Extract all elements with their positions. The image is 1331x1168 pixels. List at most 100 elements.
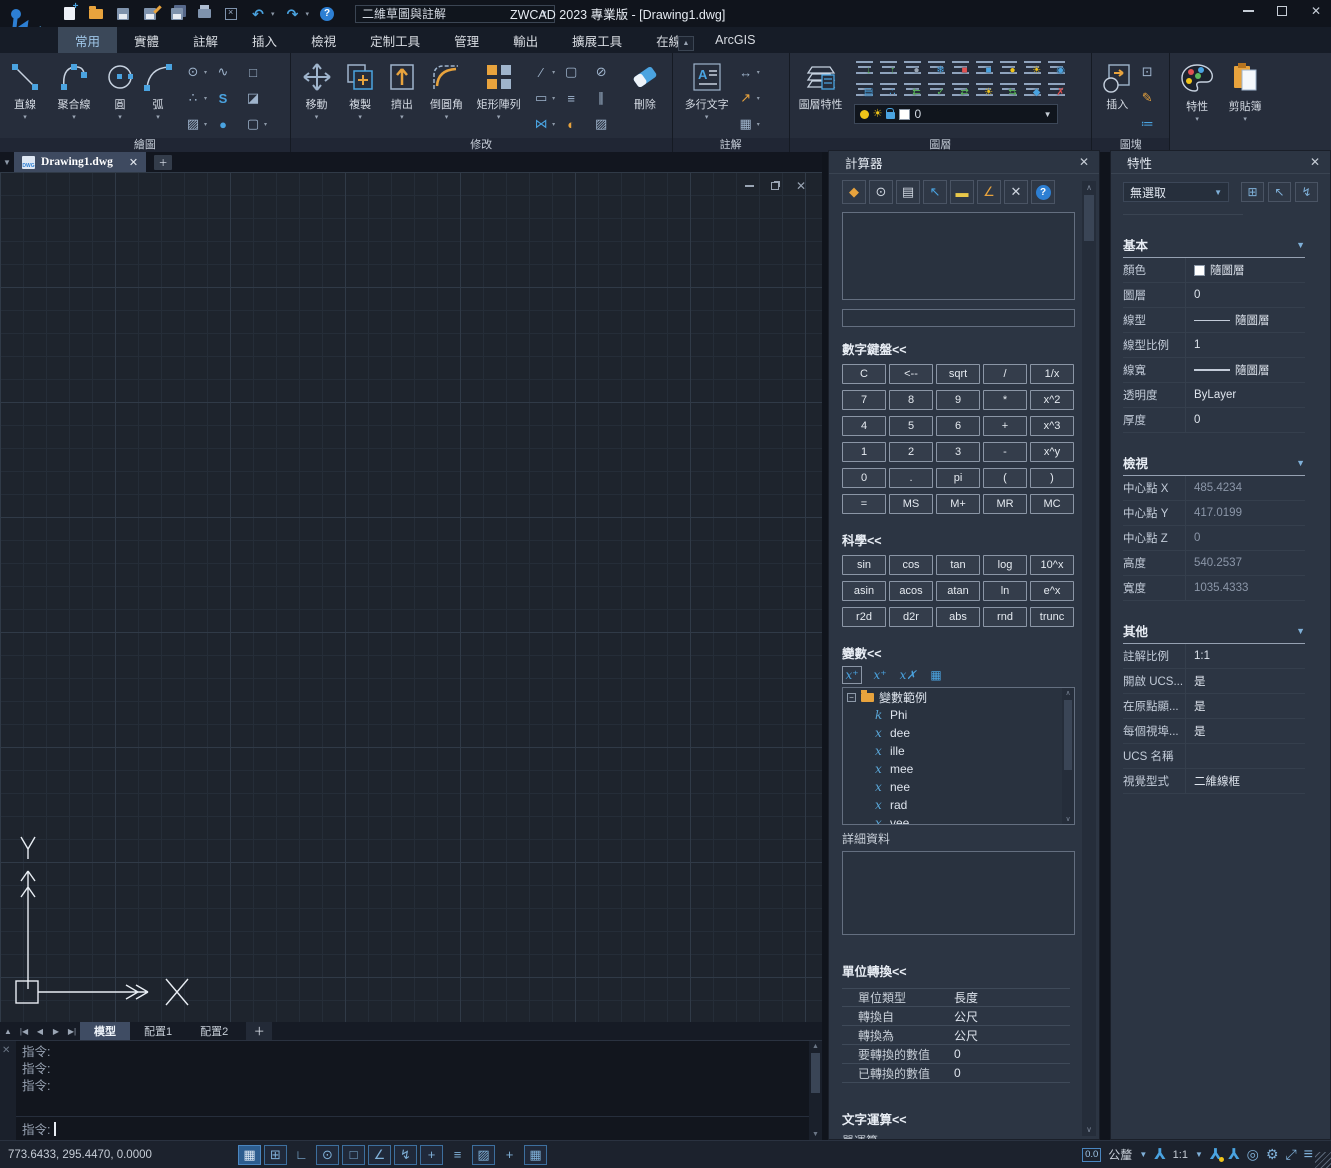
numpad-section-header[interactable]: 數字鍵盤<< bbox=[842, 339, 1079, 358]
variable-row[interactable]: x dee bbox=[843, 724, 1074, 742]
block-small-tool[interactable]: ≔ bbox=[1138, 111, 1156, 137]
draw-small-tool[interactable]: ● bbox=[214, 111, 240, 137]
modify-small-tool[interactable]: ▢ bbox=[562, 59, 588, 85]
variable-row[interactable]: x ille bbox=[843, 742, 1074, 760]
units-section-header[interactable]: 單位轉換<< bbox=[842, 961, 1079, 980]
layer-tool[interactable]: ↑ bbox=[878, 58, 900, 78]
calc-key[interactable]: 4 bbox=[842, 416, 886, 436]
science-key[interactable]: e^x bbox=[1030, 581, 1074, 601]
variables-section-header[interactable]: 變數<< bbox=[842, 643, 1079, 662]
layer-tool[interactable]: ⇄ bbox=[950, 80, 972, 100]
science-key[interactable]: log bbox=[983, 555, 1027, 575]
new-layout-button[interactable]: ＋ bbox=[246, 1022, 272, 1040]
units-table-row[interactable]: 要轉換的數值 0 bbox=[842, 1045, 1070, 1064]
science-key[interactable]: 10^x bbox=[1030, 555, 1074, 575]
property-row[interactable]: 高度 540.2537 bbox=[1123, 551, 1305, 576]
variables-tree[interactable]: − 變數範例 k Phi x dee bbox=[842, 687, 1075, 825]
property-row[interactable]: 中心點 X 485.4234 bbox=[1123, 476, 1305, 501]
ribbon-tab[interactable]: 管理 bbox=[437, 27, 496, 53]
calculator-tool-button[interactable]: ✕ bbox=[1004, 180, 1028, 204]
variable-tool-icon[interactable]: x⁺ bbox=[870, 666, 890, 684]
property-row-linetype[interactable]: 線型 隨圖層 bbox=[1123, 308, 1305, 333]
status-toggle-icon[interactable]: + bbox=[420, 1145, 443, 1165]
save-icon[interactable] bbox=[114, 5, 132, 23]
annotation-autoscale-icon[interactable]: ⅄ bbox=[1228, 1147, 1239, 1162]
undo-caret[interactable]: ▾ bbox=[271, 10, 275, 18]
draw-small-tool[interactable]: ⊙ ▾ bbox=[184, 59, 210, 85]
calc-key[interactable]: x^y bbox=[1030, 442, 1074, 462]
units-table-row[interactable]: 轉換自 公尺 bbox=[842, 1007, 1070, 1026]
status-toggle-icon[interactable]: ∟ bbox=[290, 1145, 313, 1165]
doc-close-icon[interactable]: ✕ bbox=[794, 180, 808, 192]
calculator-tool-button[interactable]: ∠ bbox=[977, 180, 1001, 204]
layer-tool[interactable]: ● bbox=[902, 58, 924, 78]
next-layout-icon[interactable]: ▶ bbox=[48, 1022, 64, 1040]
calc-key[interactable]: 2 bbox=[889, 442, 933, 462]
erase-button[interactable]: 刪除 bbox=[622, 57, 668, 138]
calc-key[interactable]: . bbox=[889, 468, 933, 488]
properties-tool-icon[interactable]: ↯ bbox=[1295, 182, 1318, 202]
property-row-thickness[interactable]: 厚度 0 bbox=[1123, 408, 1305, 433]
redo-caret[interactable]: ▾ bbox=[306, 10, 310, 18]
collapse-icon[interactable]: − bbox=[847, 693, 856, 702]
calc-key[interactable]: = bbox=[842, 494, 886, 514]
move-button[interactable]: 移動▾ bbox=[295, 57, 339, 138]
calc-key[interactable]: + bbox=[983, 416, 1027, 436]
mtext-button[interactable]: A 多行文字▾ bbox=[677, 57, 737, 138]
layer-tool[interactable]: ⇇ bbox=[902, 80, 924, 100]
document-tab-close-icon[interactable]: ✕ bbox=[129, 156, 138, 169]
layout-tab[interactable]: 配置2 bbox=[186, 1022, 242, 1040]
precision-chip[interactable]: 0.0 bbox=[1082, 1148, 1101, 1162]
ribbon-tab[interactable]: 檢視 bbox=[294, 27, 353, 53]
science-key[interactable]: trunc bbox=[1030, 607, 1074, 627]
variable-row[interactable]: x mee bbox=[843, 760, 1074, 778]
new-document-tab-button[interactable]: ＋ bbox=[154, 155, 172, 170]
property-row[interactable]: 視覺型式 二維線框 bbox=[1123, 769, 1305, 794]
ribbon-collapse-icon[interactable]: ▲ bbox=[678, 36, 694, 51]
status-menu-icon[interactable]: ≡ bbox=[1304, 1146, 1313, 1164]
polyline-button[interactable]: 聚合線▾ bbox=[46, 57, 102, 138]
save-all-icon[interactable] bbox=[168, 5, 186, 23]
science-key[interactable]: sin bbox=[842, 555, 886, 575]
status-toggle-icon[interactable]: ▦ bbox=[238, 1145, 261, 1165]
block-small-tool[interactable]: ✎ bbox=[1138, 85, 1156, 111]
block-small-tool[interactable]: ⊡ bbox=[1138, 59, 1156, 85]
property-row[interactable]: 中心點 Y 417.0199 bbox=[1123, 501, 1305, 526]
property-row-ltscale[interactable]: 線型比例 1 bbox=[1123, 333, 1305, 358]
calc-key[interactable]: - bbox=[983, 442, 1027, 462]
scroll-down-icon[interactable]: ∨ bbox=[1082, 1125, 1096, 1134]
variable-row[interactable]: x rad bbox=[843, 796, 1074, 814]
property-row[interactable]: 註解比例 1:1 bbox=[1123, 644, 1305, 669]
prev-layout-icon[interactable]: ◀ bbox=[32, 1022, 48, 1040]
first-layout-icon[interactable]: |◀ bbox=[16, 1022, 32, 1040]
ribbon-tab[interactable]: 註解 bbox=[176, 27, 235, 53]
scroll-down-icon[interactable]: ▼ bbox=[809, 1131, 822, 1138]
modify-small-tool[interactable]: ◐ bbox=[562, 111, 588, 137]
calc-key[interactable]: x^3 bbox=[1030, 416, 1074, 436]
command-scrollbar[interactable]: ▲ ▼ bbox=[809, 1041, 822, 1140]
calculator-close-icon[interactable]: ✕ bbox=[1079, 155, 1089, 169]
status-toggle-icon[interactable]: + bbox=[498, 1145, 521, 1165]
calc-key[interactable]: 9 bbox=[936, 390, 980, 410]
minimize-button[interactable] bbox=[1239, 2, 1257, 20]
science-key[interactable]: atan bbox=[936, 581, 980, 601]
stretch-button[interactable]: 擠出▾ bbox=[382, 57, 422, 138]
save-as-icon[interactable] bbox=[141, 5, 159, 23]
status-toggle-icon[interactable]: ⊙ bbox=[316, 1145, 339, 1165]
doc-restore-icon[interactable] bbox=[768, 180, 782, 192]
arc-button[interactable]: 弧▾ bbox=[138, 57, 178, 138]
properties-tool-icon[interactable]: ↖ bbox=[1268, 182, 1291, 202]
status-toggle-icon[interactable]: ▦ bbox=[524, 1145, 547, 1165]
selection-dropdown[interactable]: 無選取 ▼ bbox=[1123, 182, 1229, 202]
section-view[interactable]: 檢視▼ bbox=[1123, 453, 1305, 476]
calc-key[interactable]: 0 bbox=[842, 468, 886, 488]
textops-section-header[interactable]: 文字運算<< bbox=[842, 1109, 1079, 1128]
layout-tab[interactable]: 配置1 bbox=[130, 1022, 186, 1040]
section-basic[interactable]: 基本▼ bbox=[1123, 235, 1305, 258]
draw-small-tool[interactable]: ▨ ▾ bbox=[184, 111, 210, 137]
science-key[interactable]: rnd bbox=[983, 607, 1027, 627]
variable-tool-icon[interactable]: x✗ bbox=[898, 666, 918, 684]
units-label[interactable]: 公釐 bbox=[1108, 1146, 1132, 1163]
property-row-transparency[interactable]: 透明度 ByLayer bbox=[1123, 383, 1305, 408]
insert-block-button[interactable]: 插入 bbox=[1096, 57, 1138, 138]
